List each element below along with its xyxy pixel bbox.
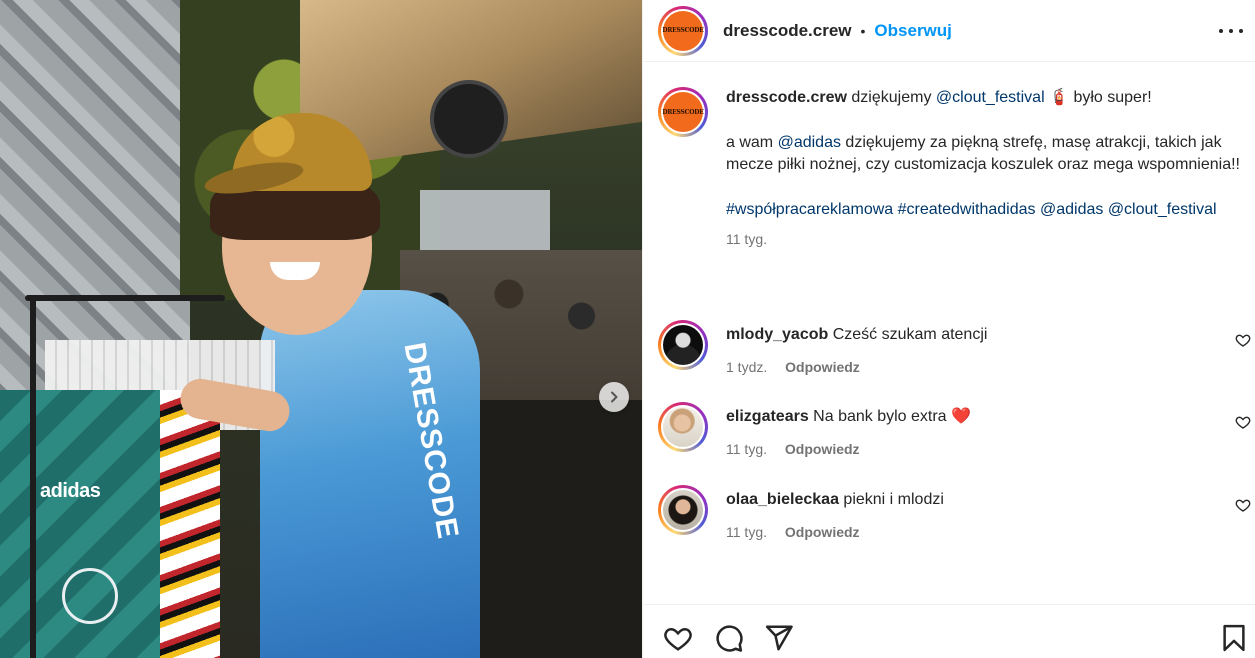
- comment-text: Cześć szukam atencji: [832, 326, 988, 343]
- post-photo[interactable]: DRESSCODE adidas: [0, 0, 642, 658]
- post-header: DRESSCODE dresscode.crew • Obserwuj: [643, 0, 1255, 62]
- photo-rack-bar: [25, 295, 225, 301]
- comment-text: piekni i mlodzi: [843, 491, 944, 508]
- comment-username[interactable]: mlody_yacob: [726, 326, 828, 343]
- next-image-button[interactable]: [599, 382, 629, 412]
- bookmark-icon[interactable]: [1219, 623, 1249, 653]
- comment-item: olaa_bieleckaa piekni i mlodzi 11 tyg. O…: [658, 485, 1253, 540]
- more-horizontal-icon: [1219, 29, 1223, 33]
- comment-timestamp[interactable]: 1 tydz.: [726, 359, 767, 375]
- heart-icon[interactable]: [1235, 332, 1251, 348]
- commenter-avatar[interactable]: [658, 485, 708, 535]
- photo-lamp: [430, 80, 508, 158]
- author-username[interactable]: dresscode.crew: [723, 21, 852, 41]
- reply-button[interactable]: Odpowiedz: [785, 524, 860, 540]
- photo-shirt-logo: adidas: [40, 480, 101, 502]
- paper-plane-icon[interactable]: [764, 623, 794, 653]
- comment-username[interactable]: olaa_bieleckaa: [726, 491, 839, 508]
- avatar-image: [663, 407, 703, 447]
- separator-dot: •: [860, 22, 866, 39]
- photo-striped-shirt: [160, 390, 220, 658]
- mention-link[interactable]: @adidas: [778, 134, 841, 151]
- comment-icon[interactable]: [714, 623, 744, 653]
- post-side-panel: DRESSCODE dresscode.crew • Obserwuj DRES…: [642, 0, 1255, 658]
- comment-item: mlody_yacob Cześć szukam atencji 1 tydz.…: [658, 320, 1253, 375]
- caption-username[interactable]: dresscode.crew: [726, 89, 847, 106]
- dresscode-logo: DRESSCODE: [662, 10, 704, 51]
- caption-body: dresscode.crew dziękujemy @clout_festiva…: [726, 87, 1246, 251]
- mention-link[interactable]: @clout_festival: [936, 89, 1045, 106]
- commenter-avatar[interactable]: [658, 402, 708, 452]
- photo-shirt-badge: [62, 568, 118, 624]
- caption-author-avatar[interactable]: DRESSCODE: [658, 87, 708, 137]
- reply-button[interactable]: Odpowiedz: [785, 359, 860, 375]
- chevron-right-icon: [611, 391, 618, 403]
- author-avatar[interactable]: DRESSCODE: [658, 5, 708, 56]
- caption-text: dziękujemy: [851, 89, 932, 106]
- caption-timestamp[interactable]: 11 tyg.: [726, 228, 1246, 251]
- avatar-image: [663, 490, 703, 530]
- heart-icon[interactable]: [1235, 497, 1251, 513]
- mention-link[interactable]: @adidas: [1040, 201, 1103, 218]
- hashtag-link[interactable]: #createdwithadidas: [898, 201, 1036, 218]
- fire-extinguisher-icon: 🧯: [1049, 89, 1069, 106]
- photo-rack-pole: [30, 300, 36, 658]
- reply-button[interactable]: Odpowiedz: [785, 441, 860, 457]
- heart-icon[interactable]: [663, 623, 693, 653]
- red-heart-icon: ❤️: [951, 408, 971, 425]
- post-actions-bar: [643, 604, 1255, 658]
- comment-item: elizgatears Na bank bylo extra ❤️ 11 tyg…: [658, 402, 1253, 457]
- more-options-button[interactable]: [1219, 19, 1243, 43]
- hashtag-link[interactable]: #współpracareklamowa: [726, 201, 893, 218]
- comment-text: Na bank bylo extra: [813, 408, 947, 425]
- photo-table: [480, 400, 642, 658]
- comment-timestamp[interactable]: 11 tyg.: [726, 441, 767, 457]
- comment-username[interactable]: elizgatears: [726, 408, 809, 425]
- heart-icon[interactable]: [1235, 414, 1251, 430]
- mention-link[interactable]: @clout_festival: [1108, 201, 1217, 218]
- follow-button[interactable]: Obserwuj: [874, 21, 951, 41]
- caption-text: było super!: [1073, 89, 1152, 106]
- dresscode-logo: DRESSCODE: [662, 92, 704, 132]
- post-caption: DRESSCODE dresscode.crew dziękujemy @clo…: [658, 87, 1248, 251]
- caption-text: a wam: [726, 133, 774, 151]
- avatar-image: [663, 325, 703, 365]
- commenter-avatar[interactable]: [658, 320, 708, 370]
- comment-timestamp[interactable]: 11 tyg.: [726, 524, 767, 540]
